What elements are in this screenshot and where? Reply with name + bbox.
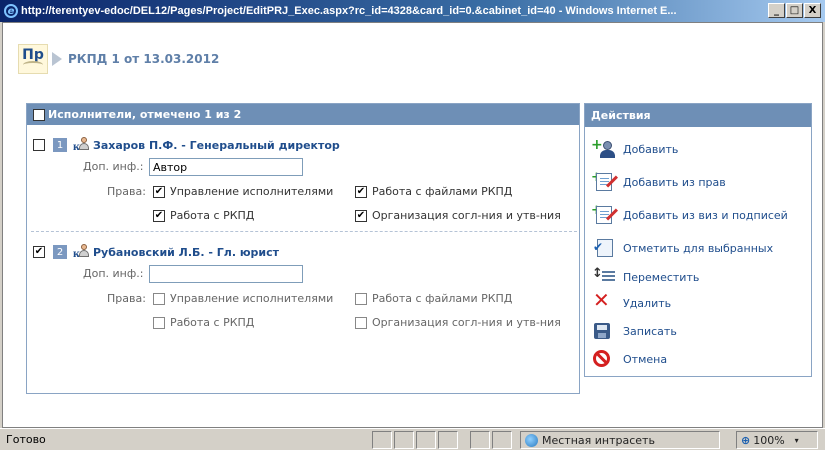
right-checkbox[interactable] [355, 292, 367, 305]
right-label: Управление исполнителями [170, 292, 334, 305]
right-files[interactable]: ✔ Работа с файлами РКПД [355, 185, 512, 198]
status-cell [416, 431, 436, 449]
add-from-signatures-icon: + [591, 204, 619, 226]
executor-number: 1 [53, 138, 67, 152]
status-cell [372, 431, 392, 449]
add-from-signatures-button[interactable]: + Добавить из виз и подписей [591, 204, 788, 226]
add-label: Добавить [623, 142, 679, 156]
window-title: http://terentyev-edoc/DEL12/Pages/Projec… [21, 5, 677, 17]
info-field[interactable] [149, 265, 303, 283]
add-from-signatures-label: Добавить из виз и подписей [623, 208, 788, 222]
project-badge-icon: Пр [18, 44, 48, 74]
executor-checkbox[interactable]: ✔ [33, 246, 45, 258]
status-bar: Готово Местная интрасеть ⊕ 100% ▾ [0, 428, 825, 450]
zoom-dropdown-icon[interactable]: ▾ [795, 436, 799, 445]
info-label: Доп. инф.: [83, 267, 144, 280]
move-label: Переместить [623, 270, 700, 284]
right-approval[interactable]: Организация согл-ния и утв-ния [355, 316, 561, 329]
project-badge-text: Пр [22, 47, 44, 63]
right-checkbox[interactable] [153, 316, 165, 329]
right-checkbox[interactable]: ✔ [355, 185, 367, 198]
right-work-rkpd[interactable]: ✔ Работа с РКПД [153, 209, 254, 222]
right-label: Организация согл-ния и утв-ния [372, 316, 561, 329]
security-zone: Местная интрасеть [520, 431, 720, 449]
maximize-button[interactable]: □ [786, 3, 803, 18]
info-field[interactable] [149, 158, 303, 176]
move-icon: ↕ [591, 266, 617, 288]
actions-panel: Действия + Добавить + Добавить из прав +… [584, 103, 812, 377]
right-checkbox[interactable]: ✔ [153, 185, 165, 198]
right-label: Работа с РКПД [170, 316, 255, 329]
status-text: Готово [6, 433, 46, 446]
arrow-icon [52, 52, 62, 66]
zone-label: Местная интрасеть [542, 433, 655, 447]
delete-icon: ✕ [593, 288, 610, 312]
right-label: Работа с файлами РКПД [372, 292, 513, 305]
select-all-checkbox[interactable] [33, 108, 45, 121]
add-button[interactable]: + Добавить [591, 138, 678, 160]
save-label: Записать [623, 324, 677, 338]
person-icon: к [73, 137, 91, 153]
actions-header: Действия [585, 104, 811, 127]
mark-selected-label: Отметить для выбранных [623, 241, 774, 255]
move-button[interactable]: ↕ Переместить [591, 266, 699, 288]
executor-name-link[interactable]: Захаров П.Ф. - Генеральный директор [93, 139, 340, 152]
status-cell [492, 431, 512, 449]
save-button[interactable]: Записать [591, 320, 677, 342]
right-files[interactable]: Работа с файлами РКПД [355, 292, 512, 305]
right-label: Работа с РКПД [170, 209, 255, 222]
executor-number: 2 [53, 245, 67, 259]
right-work-rkpd[interactable]: Работа с РКПД [153, 316, 254, 329]
right-checkbox[interactable] [355, 316, 367, 329]
delete-label: Удалить [623, 296, 672, 310]
add-person-icon: + [591, 138, 617, 160]
info-label: Доп. инф.: [83, 160, 144, 173]
document-header: Пр РКПД 1 от 13.03.2012 [18, 44, 219, 74]
status-cell [438, 431, 458, 449]
executors-header: Исполнители, отмечено 1 из 2 [27, 104, 579, 125]
executor-name-link[interactable]: Рубановский Л.Б. - Гл. юрист [93, 246, 279, 259]
add-from-rights-icon: + [591, 171, 619, 193]
intranet-globe-icon [525, 433, 538, 447]
ie-browser-icon: e [4, 4, 18, 18]
window-titlebar[interactable]: e http://terentyev-edoc/DEL12/Pages/Proj… [0, 0, 825, 22]
right-approval[interactable]: ✔ Организация согл-ния и утв-ния [355, 209, 561, 222]
mark-selected-icon: ✔ [591, 237, 617, 259]
mark-selected-button[interactable]: ✔ Отметить для выбранных [591, 237, 773, 259]
document-title: РКПД 1 от 13.03.2012 [68, 52, 220, 66]
right-checkbox[interactable] [153, 292, 165, 305]
zoom-control[interactable]: ⊕ 100% ▾ [736, 431, 818, 449]
add-from-rights-button[interactable]: + Добавить из прав [591, 171, 726, 193]
window-controls: _ □ X [768, 3, 821, 18]
cancel-icon [591, 348, 617, 370]
right-manage-executors[interactable]: ✔ Управление исполнителями [153, 185, 333, 198]
rights-label: Права: [107, 185, 146, 198]
right-label: Управление исполнителями [170, 185, 334, 198]
delete-button[interactable]: ✕ Удалить [591, 288, 672, 314]
right-checkbox[interactable]: ✔ [355, 209, 367, 222]
close-button[interactable]: X [804, 3, 821, 18]
save-icon [591, 320, 617, 342]
person-icon: к [73, 244, 91, 260]
right-manage-executors[interactable]: Управление исполнителями [153, 292, 333, 305]
executors-header-label: Исполнители, отмечено 1 из 2 [48, 108, 242, 121]
rights-label: Права: [107, 292, 146, 305]
cancel-button[interactable]: Отмена [591, 348, 667, 370]
status-cell [394, 431, 414, 449]
zoom-icon: ⊕ [741, 433, 751, 447]
row-divider [31, 231, 577, 232]
executor-checkbox[interactable] [33, 139, 45, 151]
zoom-level: 100% [753, 433, 785, 447]
add-from-rights-label: Добавить из прав [623, 175, 726, 189]
right-label: Организация согл-ния и утв-ния [372, 209, 561, 222]
cancel-label: Отмена [623, 352, 668, 366]
right-checkbox[interactable]: ✔ [153, 209, 165, 222]
executors-panel: Исполнители, отмечено 1 из 2 1 к Захаров… [26, 103, 580, 394]
right-label: Работа с файлами РКПД [372, 185, 513, 198]
minimize-button[interactable]: _ [768, 3, 785, 18]
status-cell [470, 431, 490, 449]
